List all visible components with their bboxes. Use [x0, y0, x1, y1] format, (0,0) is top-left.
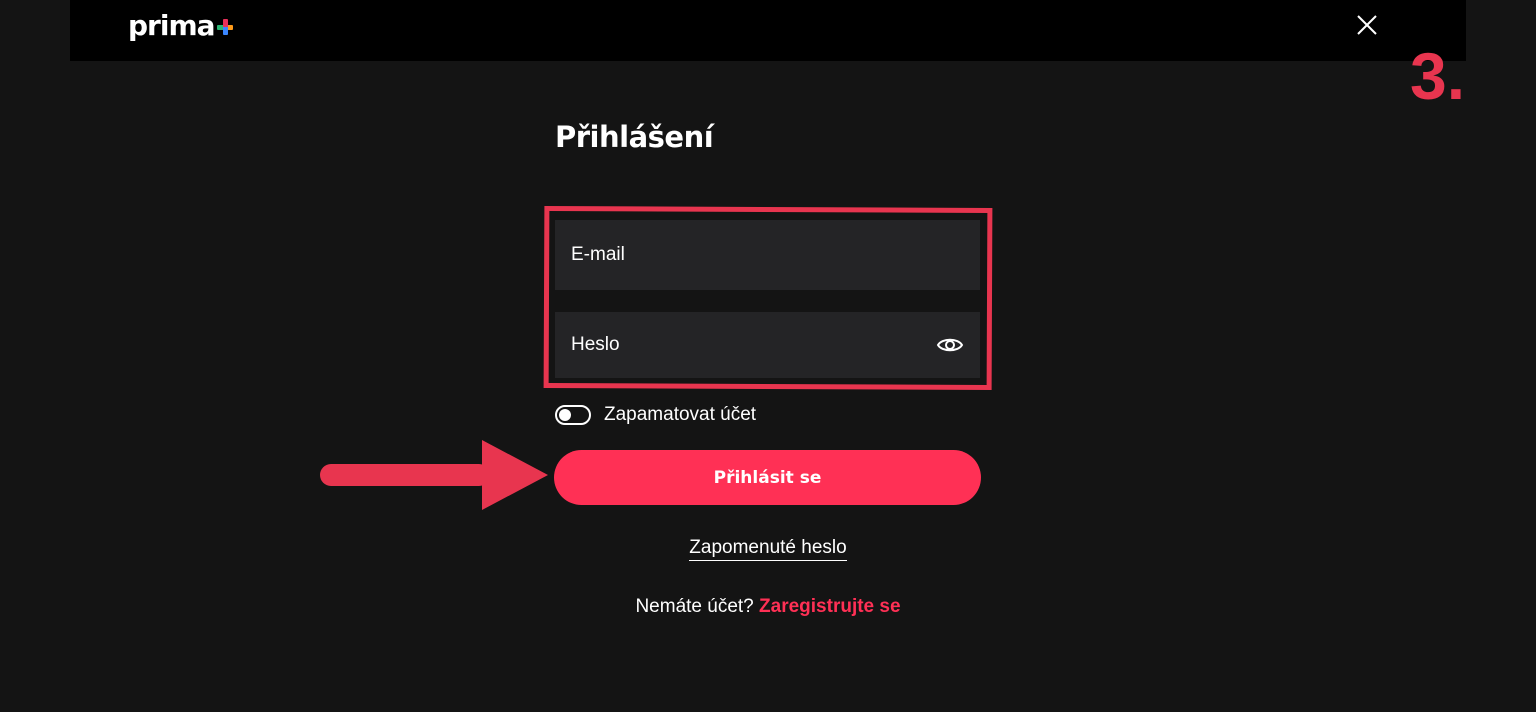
- forgot-password-row: Zapomenuté heslo: [0, 537, 1536, 561]
- step-number-annotation: 3.: [1410, 39, 1466, 113]
- logo-plus-icon: [216, 18, 233, 35]
- close-icon[interactable]: [1352, 10, 1382, 40]
- toggle-switch[interactable]: [555, 405, 591, 425]
- annotation-arrow-icon: [320, 440, 548, 510]
- login-page: prima 3. Přihlášení Zapama: [0, 0, 1536, 712]
- remember-label: Zapamatovat účet: [604, 404, 757, 425]
- forgot-password-link[interactable]: Zapomenuté heslo: [689, 537, 847, 561]
- logo-text: prima: [128, 8, 216, 42]
- register-link[interactable]: Zaregistrujte se: [759, 596, 901, 617]
- remember-account-toggle[interactable]: Zapamatovat účet: [555, 404, 756, 426]
- top-bar: prima: [70, 0, 1466, 61]
- register-prompt: Nemáte účet?: [635, 596, 754, 617]
- page-title: Přihlášení: [555, 120, 714, 154]
- toggle-knob: [559, 409, 571, 421]
- annotation-highlight-box: [543, 206, 993, 390]
- register-row: Nemáte účet? Zaregistrujte se: [0, 596, 1536, 618]
- prima-plus-logo[interactable]: prima: [128, 8, 233, 42]
- login-button[interactable]: Přihlásit se: [554, 450, 981, 505]
